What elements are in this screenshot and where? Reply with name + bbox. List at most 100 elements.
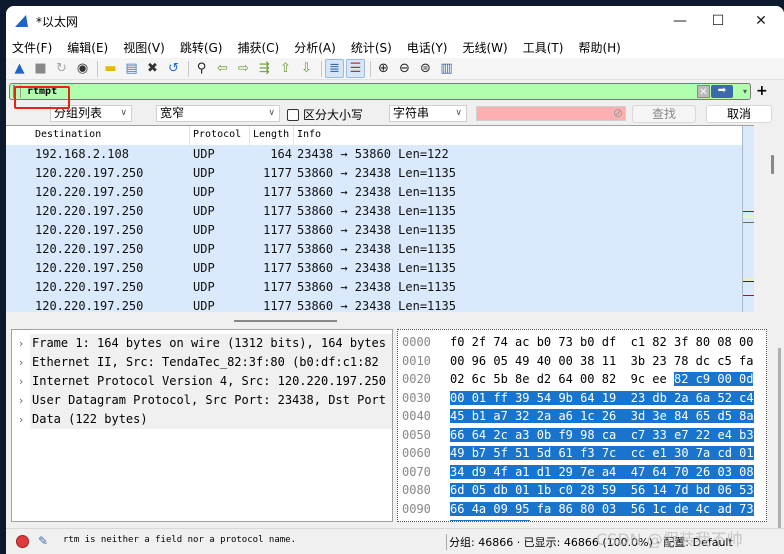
menu-item[interactable]: 分析(A)	[294, 39, 336, 56]
menu-item[interactable]: 工具(T)	[523, 39, 564, 56]
packet-row[interactable]: 192.168.2.108 UDP 164 23438 → 53860 Len=122	[6, 145, 742, 164]
packet-row[interactable]: 120.220.197.250 UDP 1177 53860 → 23438 Len=…	[6, 221, 742, 240]
colorize-icon[interactable]: ☰	[346, 59, 365, 78]
go-back-icon[interactable]: ⇦	[213, 59, 232, 78]
column-divider[interactable]	[249, 126, 250, 145]
column-protocol[interactable]: Protocol	[193, 129, 241, 140]
bytes-scrollbar[interactable]	[778, 348, 781, 528]
zoom-out-icon[interactable]: ⊖	[395, 59, 414, 78]
apply-filter-icon[interactable]: ➡	[711, 85, 733, 98]
hex-bytes[interactable]: f0 2f 74 ac b0 73 b0 df c1 82 3f 80 08 0…	[450, 335, 753, 349]
expert-info-error-icon[interactable]	[16, 535, 29, 548]
last-packet-icon[interactable]: ⇩	[297, 59, 316, 78]
expand-chevron-icon[interactable]: ›	[12, 337, 30, 350]
packet-list-hscrollbar[interactable]	[234, 320, 337, 322]
packet-list[interactable]: Destination Protocol Length Info 192.168…	[6, 125, 754, 312]
hex-bytes[interactable]: f5 f4 bc 8f	[450, 520, 530, 521]
hex-bytes[interactable]: 34 d9 4f a1 d1 29 7e a4 47 64 70 26 03 0…	[450, 464, 754, 479]
char-width-select[interactable]: 宽窄 ∨	[156, 105, 280, 122]
find-button[interactable]: 查找	[632, 105, 696, 123]
reload-file-icon[interactable]: ↺	[164, 59, 183, 78]
column-divider[interactable]	[293, 126, 294, 145]
hex-bytes[interactable]: 00 96 05 49 40 00 38 11 3b 23 78 dc c5 f…	[450, 354, 753, 368]
cell-info: 53860 → 23438 Len=1135	[297, 185, 456, 199]
detail-tree-item[interactable]: › Ethernet II, Src: TendaTec_82:3f:80 (b0…	[12, 353, 392, 372]
detail-tree-item[interactable]: › User Datagram Protocol, Src Port: 23438…	[12, 391, 392, 410]
auto-scroll-icon[interactable]: ≣	[325, 59, 344, 78]
clear-filter-icon[interactable]: ✕	[697, 85, 710, 98]
stop-capture-icon[interactable]: ■	[31, 59, 50, 78]
menu-item[interactable]: 无线(W)	[463, 39, 508, 56]
go-forward-icon[interactable]: ⇨	[234, 59, 253, 78]
packet-row[interactable]: 120.220.197.250 UDP 1177 53860 → 23438 Len=…	[6, 259, 742, 278]
cell-length: 1177	[263, 185, 292, 199]
search-type-select[interactable]: 字符串 ∨	[389, 105, 467, 122]
zoom-in-icon[interactable]: ⊕	[374, 59, 393, 78]
expand-chevron-icon[interactable]: ›	[12, 356, 30, 369]
menu-item[interactable]: 捕获(C)	[237, 39, 279, 56]
main-toolbar: ▲ ■ ↻ ◉ ▬ ▤ ✖ ↺ ⚲ ⇦ ⇨ ⇶ ⇧ ⇩ ≣ ☰ ⊕ ⊖ ⊜ ▥	[6, 58, 784, 80]
hex-bytes[interactable]: 02 6c 5b 8e d2 64 00 82 9c ee 82 c9 00 0…	[450, 372, 754, 386]
find-text-input[interactable]: ⊘	[476, 106, 626, 121]
packet-bytes-pane[interactable]: 0000 f0 2f 74 ac b0 73 b0 df c1 82 3f 80 …	[397, 329, 767, 522]
start-capture-icon[interactable]: ▲	[10, 59, 29, 78]
close-file-icon[interactable]: ✖	[143, 59, 162, 78]
hex-bytes[interactable]: 00 01 ff 39 54 9b 64 19 23 db 2a 6a 52 c…	[450, 390, 754, 405]
menu-item[interactable]: 视图(V)	[123, 39, 165, 56]
detail-tree-item[interactable]: › Data (122 bytes)	[12, 410, 392, 429]
normal-size-icon[interactable]: ⊜	[416, 59, 435, 78]
capture-options-icon[interactable]: ◉	[73, 59, 92, 78]
close-button[interactable]: ✕	[739, 6, 783, 36]
open-file-icon[interactable]: ▬	[101, 59, 120, 78]
menu-item[interactable]: 跳转(G)	[180, 39, 223, 56]
column-destination[interactable]: Destination	[35, 129, 101, 140]
packet-list-scrollbar[interactable]	[771, 155, 774, 174]
packet-row[interactable]: 120.220.197.250 UDP 1177 53860 → 23438 Len=…	[6, 164, 742, 183]
expand-chevron-icon[interactable]: ›	[12, 413, 30, 426]
packet-row[interactable]: 120.220.197.250 UDP 1177 53860 → 23438 Len=…	[6, 240, 742, 259]
display-filter-input[interactable]: rtmpt ✕ ➡ ▾	[9, 83, 751, 100]
cancel-find-button[interactable]: 取消	[706, 105, 772, 123]
hex-bytes[interactable]: 6d 05 db 01 1b c0 28 59 56 14 7d bd 06 5…	[450, 483, 754, 497]
hex-bytes[interactable]: 66 64 2c a3 0b f9 98 ca c7 33 e7 22 e4 b…	[450, 427, 754, 442]
find-packet-icon[interactable]: ⚲	[192, 59, 211, 78]
packet-row[interactable]: 120.220.197.250 UDP 1177 53860 → 23438 Len=…	[6, 278, 742, 297]
packet-details-pane[interactable]: › Frame 1: 164 bytes on wire (1312 bits),…	[11, 329, 393, 522]
filter-history-dropdown-icon[interactable]: ▾	[743, 84, 747, 99]
column-divider[interactable]	[189, 126, 190, 145]
restart-capture-icon[interactable]: ↻	[52, 59, 71, 78]
menu-item[interactable]: 编辑(E)	[67, 39, 108, 56]
column-length[interactable]: Length	[253, 129, 289, 140]
expand-chevron-icon[interactable]: ›	[12, 394, 30, 407]
resize-columns-icon[interactable]: ▥	[437, 59, 456, 78]
packet-row[interactable]: 120.220.197.250 UDP 1177 53860 → 23438 Len=…	[6, 297, 742, 312]
cell-destination: 120.220.197.250	[35, 242, 144, 256]
capture-comment-icon[interactable]: ✎	[38, 534, 48, 548]
menu-item[interactable]: 文件(F)	[12, 39, 52, 56]
detail-tree-item[interactable]: › Frame 1: 164 bytes on wire (1312 bits),…	[12, 334, 392, 353]
first-packet-icon[interactable]: ⇧	[276, 59, 295, 78]
save-file-icon[interactable]: ▤	[122, 59, 141, 78]
menu-item[interactable]: 电话(Y)	[407, 39, 448, 56]
hex-bytes[interactable]: 66 4a 09 95 fa 86 80 03 56 1c de 4c ad 7…	[450, 501, 754, 516]
hex-bytes[interactable]: 49 b7 5f 51 5d 61 f3 7c cc e1 30 7a cd 0…	[450, 446, 754, 460]
case-sensitive-checkbox[interactable]: 区分大小写	[287, 106, 363, 123]
cell-info: 23438 → 53860 Len=122	[297, 147, 449, 161]
add-filter-button-icon[interactable]: +	[756, 84, 768, 98]
minimap-mark	[743, 222, 754, 223]
packet-minimap[interactable]	[742, 126, 754, 312]
go-to-packet-icon[interactable]: ⇶	[255, 59, 274, 78]
menu-item[interactable]: 帮助(H)	[578, 39, 620, 56]
maximize-button[interactable]: ☐	[696, 6, 740, 36]
hex-bytes[interactable]: 45 b1 a7 32 2a a6 1c 26 3d 3e 84 65 d5 8…	[450, 409, 754, 423]
packet-row[interactable]: 120.220.197.250 UDP 1177 53860 → 23438 Len=…	[6, 202, 742, 221]
expand-chevron-icon[interactable]: ›	[12, 375, 30, 388]
checkbox-box[interactable]	[287, 108, 299, 121]
byte-offset: 00a0	[402, 520, 431, 521]
cell-protocol: UDP	[193, 299, 215, 312]
menu-item[interactable]: 统计(S)	[351, 39, 392, 56]
packet-row[interactable]: 120.220.197.250 UDP 1177 53860 → 23438 Len=…	[6, 183, 742, 202]
minimap-mark	[743, 295, 754, 296]
detail-tree-item[interactable]: › Internet Protocol Version 4, Src: 120.2…	[12, 372, 392, 391]
column-info[interactable]: Info	[297, 129, 321, 140]
